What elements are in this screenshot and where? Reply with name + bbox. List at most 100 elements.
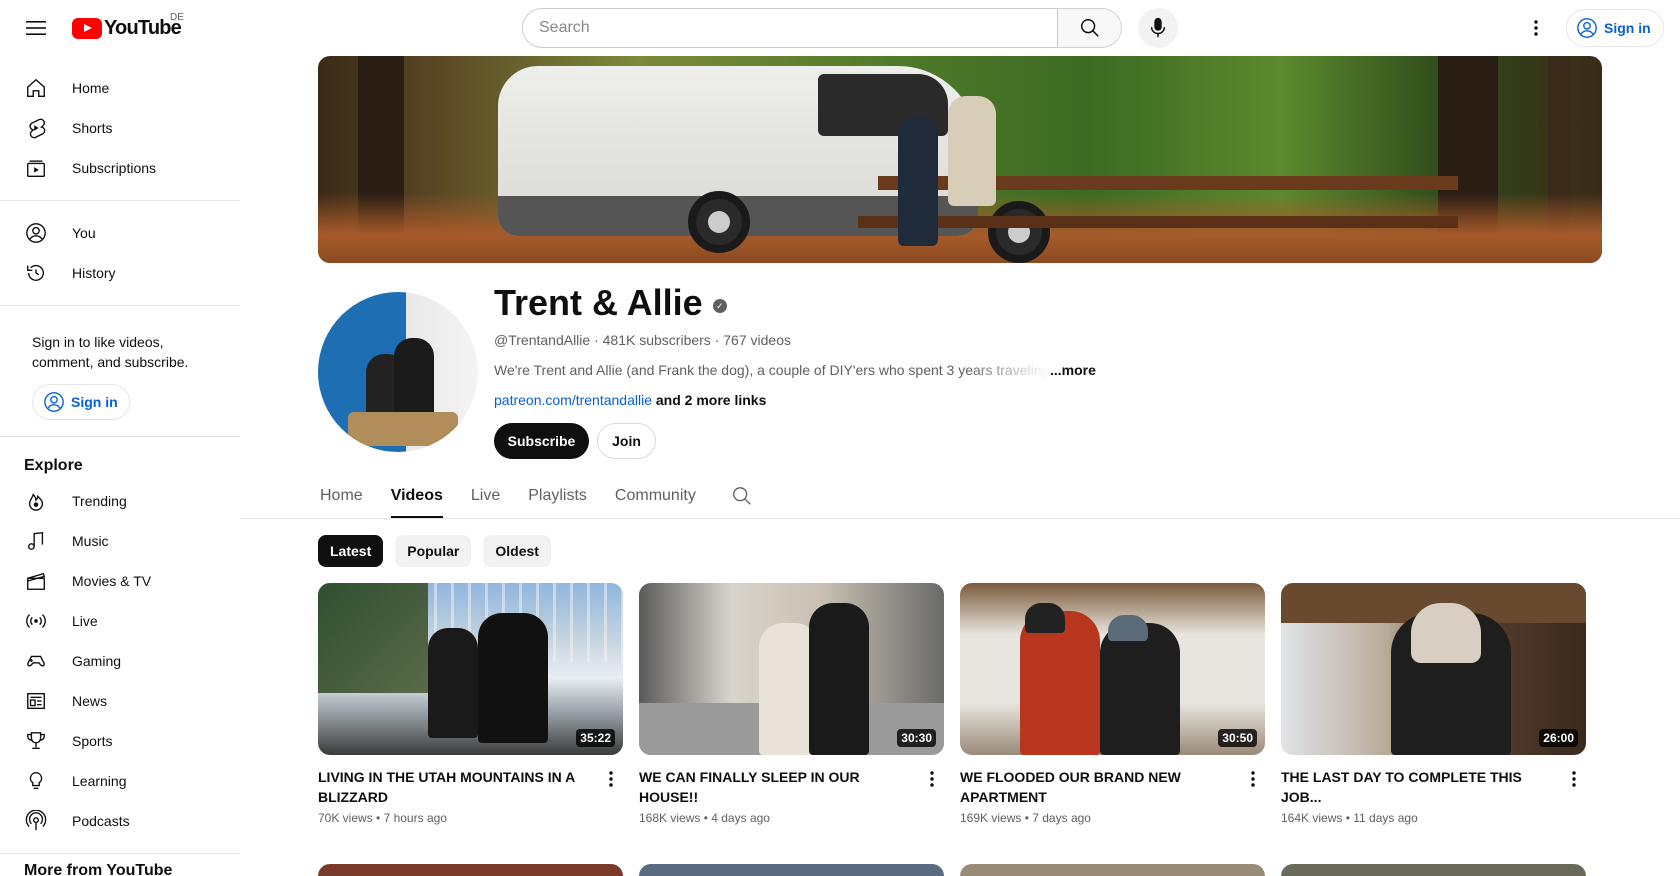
menu-icon[interactable] [16, 8, 56, 48]
tab-home[interactable]: Home [320, 474, 363, 518]
tab-playlists[interactable]: Playlists [528, 474, 587, 518]
video-age: 4 days ago [711, 811, 770, 825]
video-age: 7 hours ago [383, 811, 447, 825]
video-thumbnail[interactable]: 35:22 [318, 583, 623, 755]
channel-tabs: Home Videos Live Playlists Community [318, 474, 754, 518]
video-thumbnail[interactable]: 26:00 [1281, 583, 1586, 755]
sidebar-item-you[interactable]: You [0, 213, 240, 253]
microphone-icon [1150, 17, 1166, 38]
sidebar-item-live[interactable]: Live [0, 601, 240, 641]
channel-name: Trent & Allie [494, 282, 703, 323]
top-bar: YouTube DE Search Sign in [0, 0, 1680, 56]
channel-avatar [318, 292, 478, 452]
chip-latest[interactable]: Latest [318, 535, 384, 567]
sidebar-item-music[interactable]: Music [0, 521, 240, 561]
video-menu-icon[interactable] [920, 767, 944, 791]
sidebar-item-label: Podcasts [72, 813, 130, 829]
video-menu-icon[interactable] [1241, 767, 1265, 791]
video-card[interactable]: 26:00 THE LAST DAY TO COMPLETE THIS JOB.… [1281, 583, 1586, 825]
sidebar-item-label: News [72, 693, 108, 709]
banner-person [898, 116, 938, 246]
video-card[interactable]: 30:30 WE CAN FINALLY SLEEP IN OUR HOUSE!… [639, 583, 944, 825]
podcasts-icon [24, 809, 48, 833]
sidebar-item-gaming[interactable]: Gaming [0, 641, 240, 681]
sort-chips: Latest Popular Oldest [318, 535, 551, 567]
sidebar-signin-button[interactable]: Sign in [32, 384, 130, 420]
chip-popular[interactable]: Popular [395, 535, 472, 567]
tab-videos[interactable]: Videos [390, 474, 444, 518]
video-menu-icon[interactable] [1562, 767, 1586, 791]
settings-more-button[interactable] [1518, 13, 1554, 43]
sidebar-item-history[interactable]: History [0, 253, 240, 293]
youtube-logo[interactable]: YouTube [72, 17, 182, 40]
sidebar-item-shorts[interactable]: Shorts [0, 108, 240, 148]
sidebar-item-sports[interactable]: Sports [0, 721, 240, 761]
video-title[interactable]: THE LAST DAY TO COMPLETE THIS JOB... [1281, 767, 1551, 807]
sidebar-item-label: History [72, 265, 116, 281]
sidebar-item-podcasts[interactable]: Podcasts [0, 801, 240, 841]
history-icon [24, 261, 48, 285]
channel-meta: @TrentandAllie · 481K subscribers · 767 … [494, 332, 791, 348]
channel-search-icon[interactable] [730, 484, 754, 508]
video-title[interactable]: WE FLOODED OUR BRAND NEW APARTMENT [960, 767, 1230, 807]
music-icon [24, 529, 48, 553]
sidebar-divider [0, 853, 240, 854]
patreon-link[interactable]: patreon.com/trentandallie [494, 392, 652, 408]
video-duration: 30:50 [1218, 729, 1257, 747]
sidebar-item-trending[interactable]: Trending [0, 481, 240, 521]
sidebar-item-label: Shorts [72, 120, 113, 136]
banner-wheel [988, 201, 1050, 263]
channel-name-row: Trent & Allie ✓ [494, 282, 727, 324]
sidebar-item-label: Live [72, 613, 98, 629]
description-more-link[interactable]: ...more [1050, 362, 1096, 378]
more-links[interactable]: and 2 more links [656, 392, 766, 408]
subscriber-count: 481K subscribers [602, 332, 711, 348]
video-title[interactable]: WE CAN FINALLY SLEEP IN OUR HOUSE!! [639, 767, 909, 807]
sidebar-item-news[interactable]: News [0, 681, 240, 721]
signin-button[interactable]: Sign in [1566, 9, 1664, 47]
video-thumbnail-partial[interactable] [1281, 864, 1586, 876]
sidebar-item-label: Home [72, 80, 110, 96]
video-thumbnail-partial[interactable] [960, 864, 1265, 876]
video-meta: 70K views • 7 hours ago [318, 811, 447, 825]
banner-picnic-bench [858, 216, 1458, 228]
channel-links: patreon.com/trentandallie and 2 more lin… [494, 392, 766, 408]
channel-description[interactable]: We're Trent and Allie (and Frank the dog… [494, 362, 1050, 378]
search-input[interactable]: Search [522, 8, 1058, 48]
tab-live[interactable]: Live [471, 474, 500, 518]
video-card[interactable]: 30:50 WE FLOODED OUR BRAND NEW APARTMENT… [960, 583, 1265, 825]
video-thumbnail[interactable]: 30:30 [639, 583, 944, 755]
video-menu-icon[interactable] [599, 767, 623, 791]
chip-oldest[interactable]: Oldest [483, 535, 551, 567]
sidebar-item-label: You [72, 225, 96, 241]
tabs-divider [240, 518, 1680, 519]
video-card[interactable]: 35:22 LIVING IN THE UTAH MOUNTAINS IN A … [318, 583, 623, 825]
search-button[interactable] [1058, 8, 1122, 48]
sidebar-item-learning[interactable]: Learning [0, 761, 240, 801]
video-views: 164K views [1281, 811, 1343, 825]
sidebar-item-label: Movies & TV [72, 573, 152, 589]
signin-prompt: Sign in to like videos, comment, and sub… [32, 334, 189, 370]
sidebar-item-subscriptions[interactable]: Subscriptions [0, 148, 240, 188]
home-icon [24, 76, 48, 100]
tab-community[interactable]: Community [615, 474, 696, 518]
video-title[interactable]: LIVING IN THE UTAH MOUNTAINS IN A BLIZZA… [318, 767, 588, 807]
sidebar-item-movies[interactable]: Movies & TV [0, 561, 240, 601]
video-thumbnail[interactable]: 30:50 [960, 583, 1265, 755]
signin-label: Sign in [71, 394, 118, 410]
subscribe-button[interactable]: Subscribe [494, 423, 589, 459]
sidebar-item-home[interactable]: Home [0, 68, 240, 108]
movies-icon [24, 569, 48, 593]
video-views: 168K views [639, 811, 701, 825]
sidebar-divider [0, 436, 240, 437]
country-code: DE [170, 12, 184, 23]
sidebar-item-label: Learning [72, 773, 127, 789]
account-icon [24, 221, 48, 245]
video-thumbnail-partial[interactable] [318, 864, 623, 876]
join-button[interactable]: Join [597, 423, 656, 459]
more-from-youtube-heading: More from YouTube [24, 862, 173, 876]
voice-search-button[interactable] [1138, 8, 1178, 48]
trending-icon [24, 489, 48, 513]
channel-handle: @TrentandAllie [494, 332, 591, 348]
video-thumbnail-partial[interactable] [639, 864, 944, 876]
